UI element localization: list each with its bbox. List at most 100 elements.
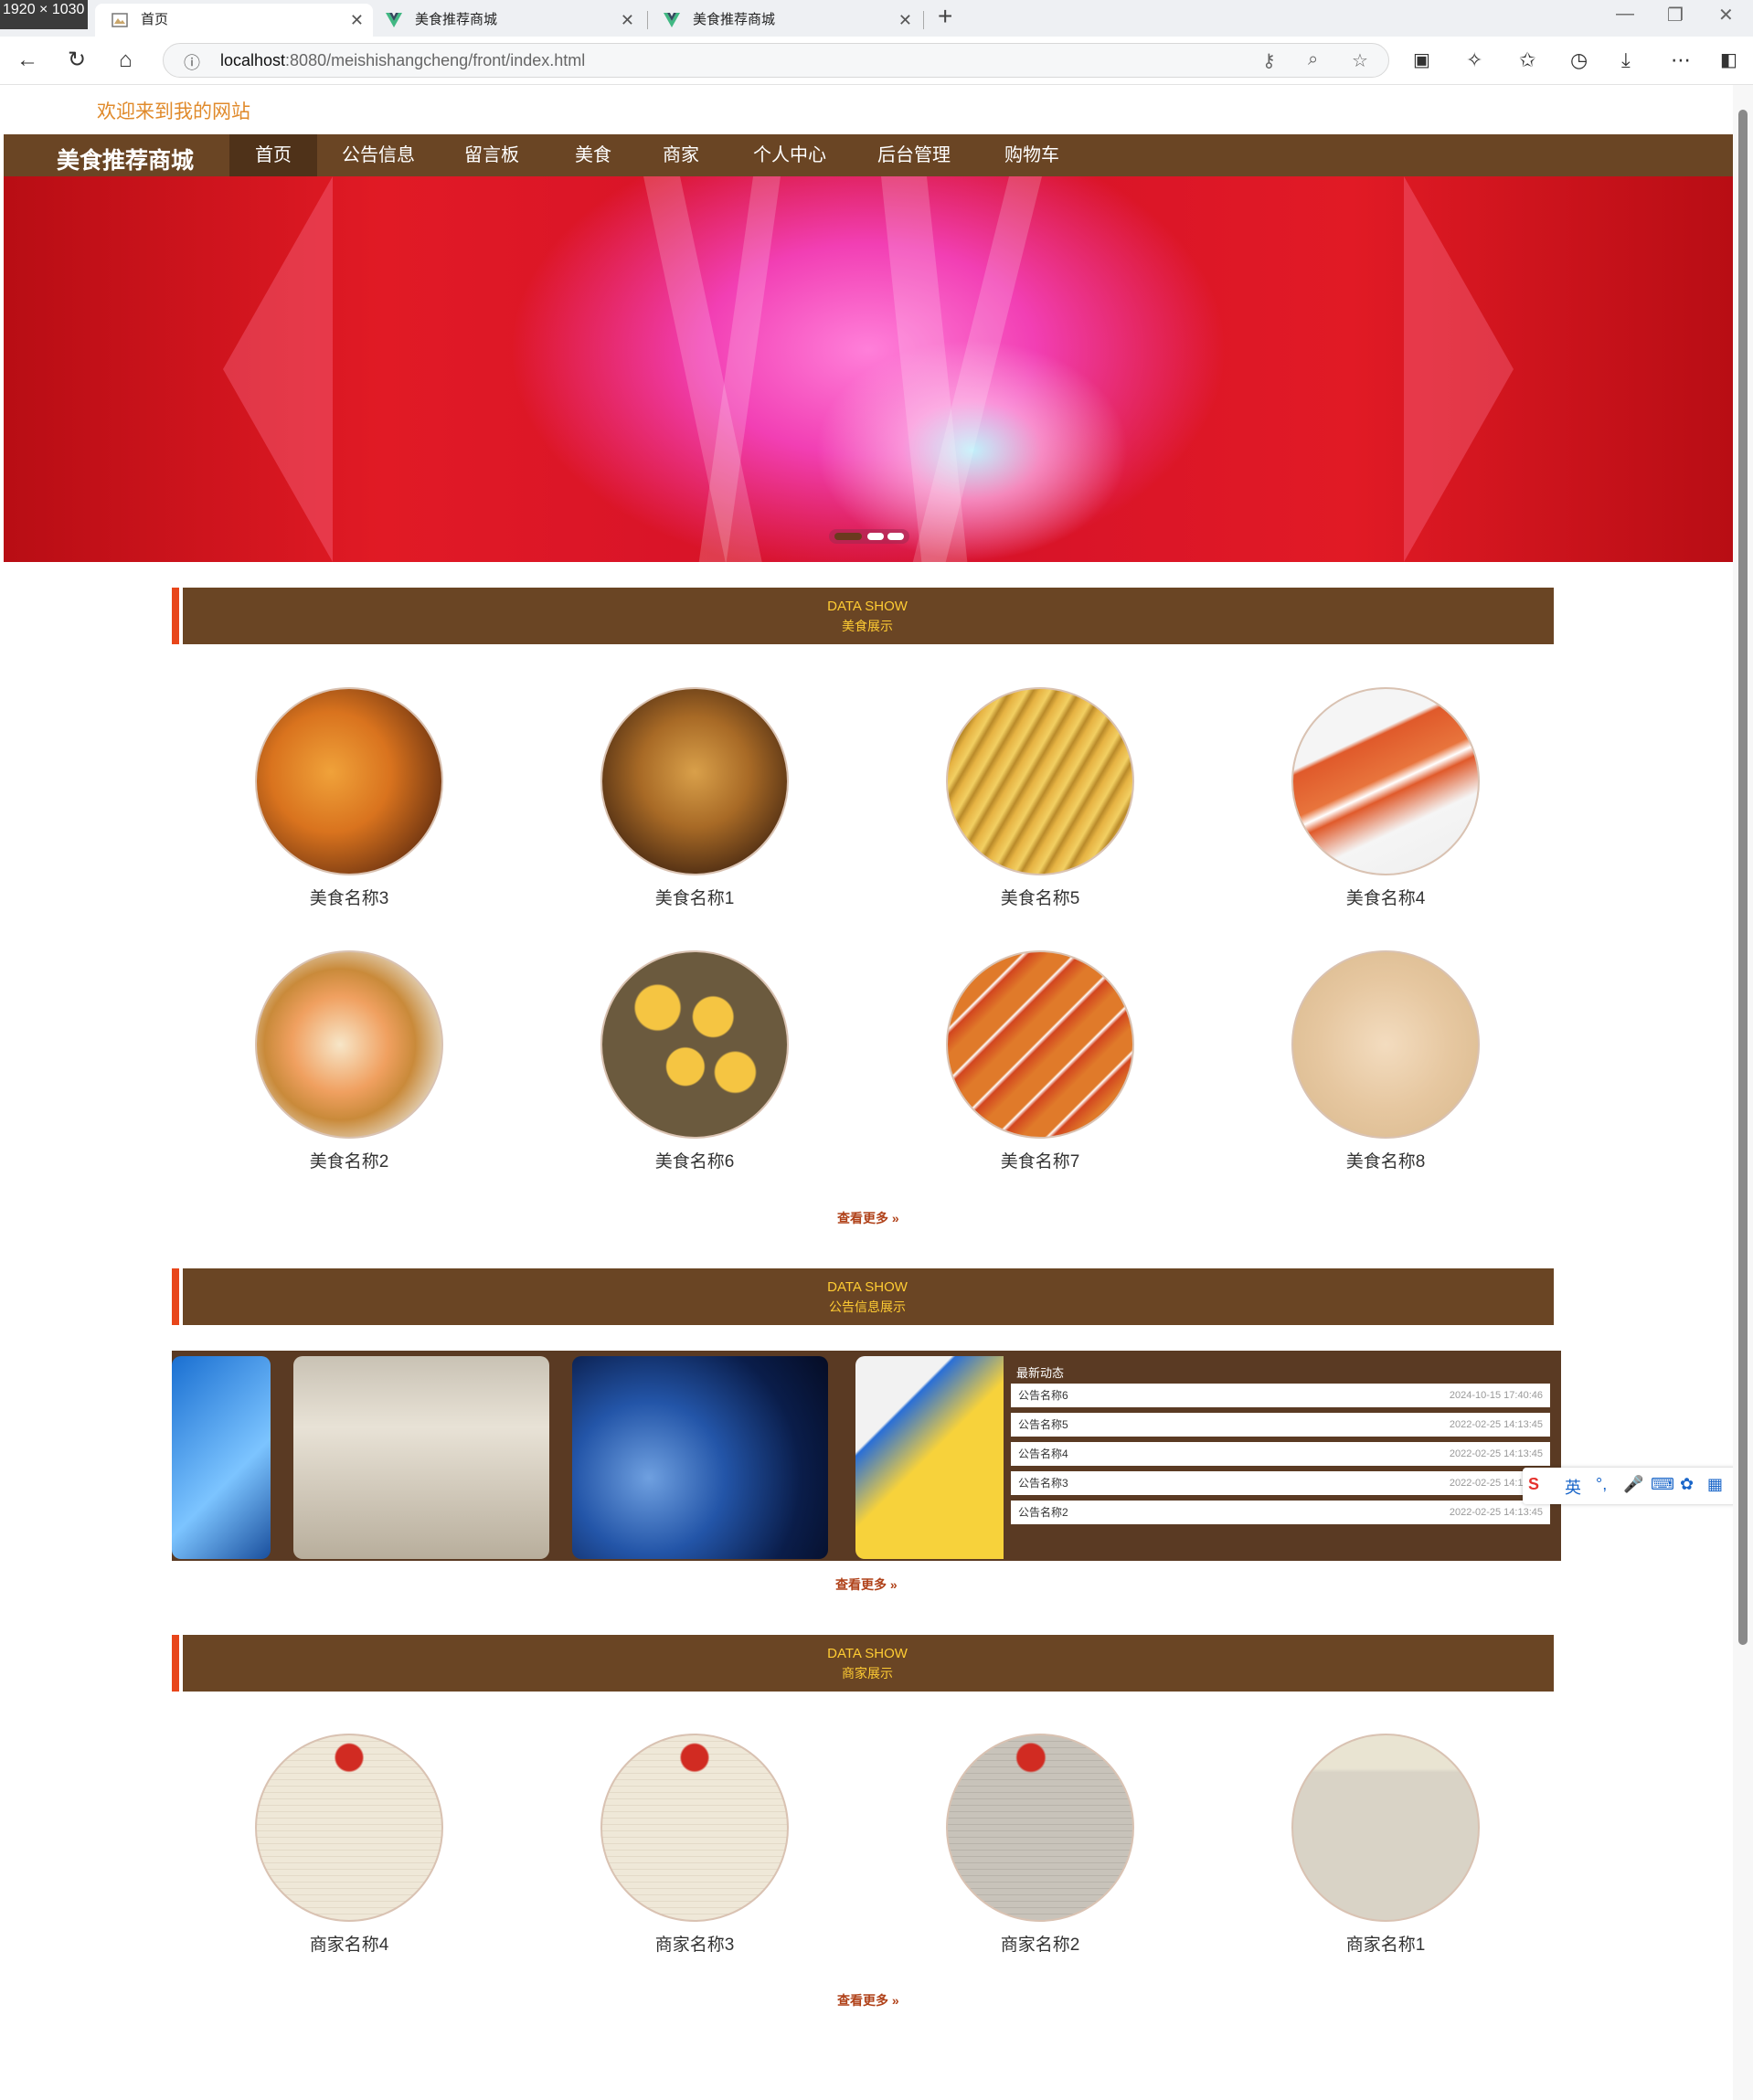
merchant-card[interactable]: 商家名称2 <box>940 1734 1141 1956</box>
food-card[interactable]: 美食名称6 <box>594 950 795 1172</box>
nav-notice[interactable]: 公告信息 <box>333 134 424 176</box>
merchant-card[interactable]: 商家名称3 <box>594 1734 795 1956</box>
keyboard-icon[interactable]: ⌨ <box>1651 1475 1674 1494</box>
carousel-dot[interactable] <box>887 533 904 540</box>
notice-row[interactable]: 公告名称6 2024-10-15 17:40:46 <box>1011 1384 1550 1407</box>
food-card[interactable]: 美食名称5 <box>940 687 1141 909</box>
notice-row[interactable]: 公告名称3 2022-02-25 14:13:45 <box>1011 1471 1550 1495</box>
skin-icon[interactable]: ✿ <box>1680 1475 1694 1494</box>
browser-tab-mall-1[interactable]: 美食推荐商城 ✕ <box>369 4 643 37</box>
section-header-food: DATA SHOW 美食展示 <box>172 588 1563 653</box>
more-menu-icon[interactable]: ⋯ <box>1671 48 1691 73</box>
back-icon[interactable]: ← <box>16 48 38 73</box>
notice-date: 2022-02-25 14:13:45 <box>1449 1419 1543 1430</box>
close-tab-icon[interactable]: ✕ <box>350 4 364 37</box>
section-en-title: DATA SHOW <box>827 599 908 614</box>
nav-food[interactable]: 美食 <box>552 134 634 176</box>
food-card[interactable]: 美食名称4 <box>1285 687 1486 909</box>
header-bar <box>183 588 1554 644</box>
key-icon[interactable]: ⚷ <box>1262 49 1276 72</box>
reload-icon[interactable]: ↻ <box>68 48 86 73</box>
food-card[interactable]: 美食名称8 <box>1285 950 1486 1172</box>
scrollbar-thumb[interactable] <box>1738 110 1748 1645</box>
extensions-puzzle-icon[interactable]: ✧ <box>1466 48 1482 73</box>
food-image <box>255 950 443 1139</box>
browser-tab-strip: 1920 × 1030 首页 ✕ 美食推荐商城 ✕ 美食推荐商城 ✕ + — ❐… <box>0 0 1753 37</box>
microphone-icon[interactable]: 🎤 <box>1623 1475 1643 1494</box>
notice-title: 公告名称3 <box>1018 1477 1068 1490</box>
zoom-icon[interactable]: ⌕ <box>1308 49 1318 70</box>
notice-row[interactable]: 公告名称2 2022-02-25 14:13:45 <box>1011 1501 1550 1524</box>
section-cn-title: 商家展示 <box>842 1666 893 1681</box>
food-card[interactable]: 美食名称3 <box>249 687 450 909</box>
site-brand[interactable]: 美食推荐商城 <box>57 143 194 175</box>
address-bar[interactable]: ⓘ localhost:8080/meishishangcheng/front/… <box>163 43 1389 78</box>
food-name: 美食名称1 <box>654 889 735 908</box>
site-info-icon[interactable]: ⓘ <box>184 50 200 74</box>
notice-row[interactable]: 公告名称4 2022-02-25 14:13:45 <box>1011 1442 1550 1466</box>
notice-more-link[interactable]: 查看更多 » <box>835 1575 898 1594</box>
favorites-icon[interactable]: ✩ <box>1519 48 1535 73</box>
tab-label: 美食推荐商城 <box>415 12 498 27</box>
notice-row[interactable]: 公告名称5 2022-02-25 14:13:45 <box>1011 1413 1550 1437</box>
hero-banner[interactable] <box>4 176 1733 562</box>
main-navbar: 美食推荐商城 首页 公告信息 留言板 美食 商家 个人中心 后台管理 购物车 <box>4 134 1733 176</box>
food-name: 美食名称3 <box>309 889 389 908</box>
food-name: 美食名称4 <box>1345 889 1426 908</box>
browser-tab-mall-2[interactable]: 美食推荐商城 ✕ <box>647 4 921 37</box>
food-card[interactable]: 美食名称1 <box>594 687 795 909</box>
extension-app-icon[interactable]: ▣ <box>1413 48 1430 73</box>
favorite-star-icon[interactable]: ☆ <box>1352 49 1368 72</box>
carousel-dot[interactable] <box>867 533 884 540</box>
notice-title: 公告名称6 <box>1018 1389 1068 1402</box>
section-header-notice: DATA SHOW 公告信息展示 <box>172 1268 1563 1334</box>
nav-home[interactable]: 首页 <box>229 134 317 176</box>
notice-image[interactable] <box>172 1356 271 1559</box>
nav-personal-center[interactable]: 个人中心 <box>735 134 845 176</box>
food-more-link[interactable]: 查看更多 » <box>837 1209 899 1227</box>
minimize-icon[interactable]: — <box>1616 4 1634 25</box>
merchant-name: 商家名称3 <box>654 1936 735 1955</box>
food-image <box>255 687 443 875</box>
profile-badge[interactable]: 1920 × 1030 <box>0 0 88 29</box>
merchant-name: 商家名称1 <box>1345 1936 1426 1955</box>
header-accent <box>172 1268 179 1325</box>
notice-image[interactable] <box>293 1356 549 1559</box>
punctuation-icon[interactable]: °, <box>1596 1475 1607 1494</box>
download-icon[interactable]: ⤓ <box>1621 48 1631 73</box>
browser-tab-home[interactable]: 首页 ✕ <box>95 4 373 37</box>
close-window-icon[interactable]: ✕ <box>1718 4 1734 27</box>
nav-cart[interactable]: 购物车 <box>982 134 1082 176</box>
header-bar <box>183 1268 1554 1325</box>
food-card[interactable]: 美食名称7 <box>940 950 1141 1172</box>
home-icon[interactable]: ⌂ <box>119 48 133 73</box>
food-name: 美食名称2 <box>309 1152 389 1172</box>
nav-admin[interactable]: 后台管理 <box>859 134 969 176</box>
new-tab-icon[interactable]: + <box>938 2 952 31</box>
notice-title: 公告名称4 <box>1018 1448 1068 1460</box>
page-favicon-icon <box>112 13 128 27</box>
toolbox-icon[interactable]: ▦ <box>1707 1475 1723 1494</box>
banner-shape <box>223 176 333 562</box>
ime-language-toggle[interactable]: 英 <box>1565 1475 1581 1499</box>
food-image <box>946 950 1134 1139</box>
merchant-name: 商家名称4 <box>309 1936 389 1955</box>
merchant-more-link[interactable]: 查看更多 » <box>837 1991 899 2010</box>
merchant-card[interactable]: 商家名称1 <box>1285 1734 1486 1956</box>
vue-favicon-icon <box>664 13 680 27</box>
food-image <box>1291 687 1480 875</box>
merchant-card[interactable]: 商家名称4 <box>249 1734 450 1956</box>
sidebar-icon[interactable]: ◧ <box>1720 48 1737 73</box>
carousel-dot[interactable] <box>834 533 862 540</box>
notice-image[interactable] <box>572 1356 828 1559</box>
history-icon[interactable]: ◷ <box>1570 48 1588 73</box>
food-card[interactable]: 美食名称2 <box>249 950 450 1172</box>
close-tab-icon[interactable]: ✕ <box>621 4 634 37</box>
ime-toolbar[interactable]: S 英 °, 🎤 ⌨ ✿ ▦ ⚙ <box>1523 1468 1753 1504</box>
banner-shape <box>1404 176 1514 562</box>
close-tab-icon[interactable]: ✕ <box>898 4 912 37</box>
food-name: 美食名称6 <box>654 1152 735 1172</box>
nav-message-board[interactable]: 留言板 <box>446 134 537 176</box>
restore-icon[interactable]: ❐ <box>1667 4 1684 27</box>
nav-merchant[interactable]: 商家 <box>640 134 722 176</box>
